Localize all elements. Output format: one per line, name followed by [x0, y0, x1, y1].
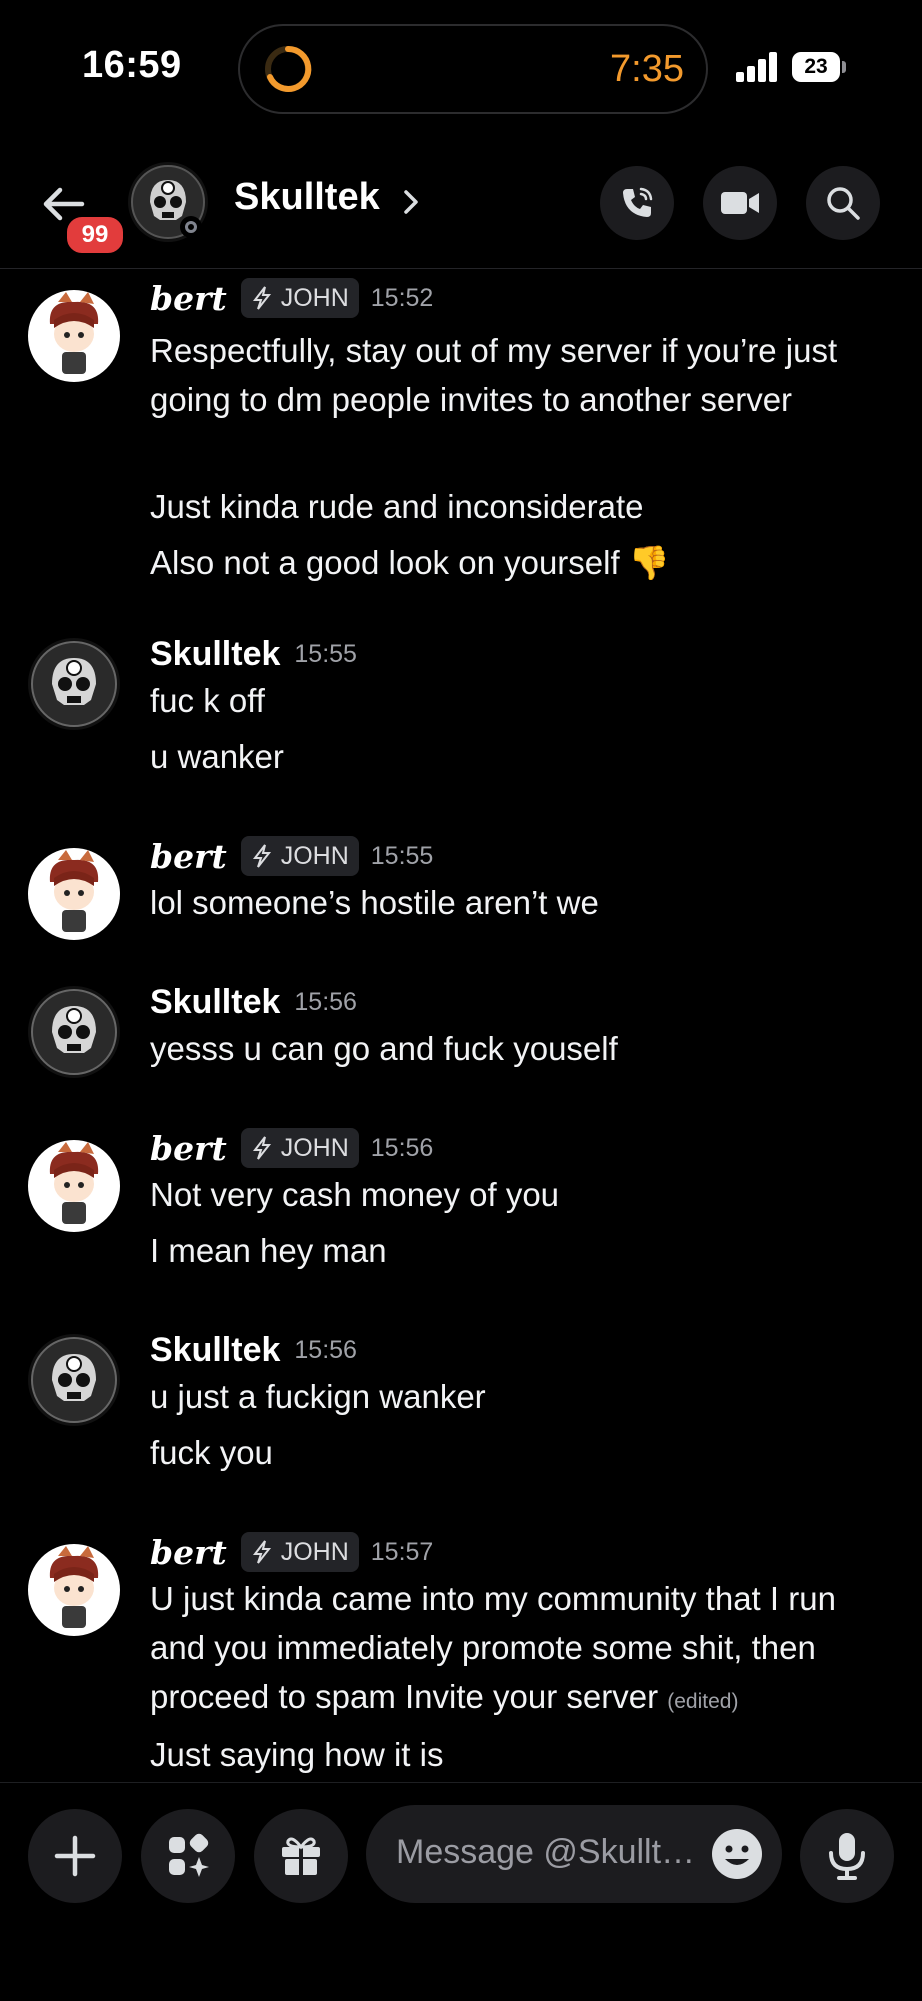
- message-text: Just saying how it is: [150, 1736, 444, 1773]
- timestamp: 15:56: [294, 987, 357, 1016]
- guild-tag[interactable]: JOHN: [240, 836, 359, 876]
- dynamic-island[interactable]: 7:35: [238, 24, 708, 114]
- guild-tag[interactable]: JOHN: [240, 1532, 359, 1572]
- message-composer: Message @Skullt…: [0, 1782, 922, 2001]
- cat-character-avatar-icon: [28, 1140, 120, 1232]
- message-header: Skulltek 15:56: [150, 1328, 357, 1372]
- battery-tip: [842, 61, 846, 73]
- message-text: U just kinda came into my community that…: [150, 1574, 890, 1726]
- timestamp: 15:56: [370, 1133, 434, 1162]
- voice-call-button[interactable]: [600, 166, 674, 240]
- microphone-icon: [829, 1833, 865, 1880]
- add-attachment-button[interactable]: [28, 1809, 122, 1903]
- guild-tag[interactable]: JOHN: [240, 278, 359, 318]
- guild-tag-label: JOHN: [280, 1537, 349, 1566]
- message-list[interactable]: bert JOHN 15:52 Respectfully, stay out o…: [0, 270, 922, 1780]
- message-text: Also not a good look on yourself 👎: [150, 544, 670, 581]
- author-name[interactable]: bert: [150, 1533, 227, 1572]
- timestamp: 15:52: [370, 283, 434, 312]
- avatar[interactable]: [28, 290, 120, 382]
- apps-icon: [169, 1833, 209, 1877]
- message-text: I mean hey man: [150, 1232, 387, 1269]
- gift-button[interactable]: [254, 1809, 348, 1903]
- guild-tag-label: JOHN: [280, 283, 349, 312]
- guild-tag-label: JOHN: [280, 841, 349, 870]
- timestamp: 15:57: [370, 1537, 434, 1566]
- plus-icon: [54, 1835, 96, 1877]
- author-name[interactable]: Skulltek: [150, 983, 280, 1022]
- message-input-placeholder: Message @Skullt…: [396, 1833, 696, 1871]
- timestamp: 15:55: [370, 841, 434, 870]
- cat-character-avatar-icon: [28, 848, 120, 940]
- message-input[interactable]: Message @Skullt…: [366, 1805, 782, 1903]
- author-name[interactable]: bert: [150, 279, 227, 318]
- message-text: fuck you: [150, 1434, 273, 1471]
- phone-icon: [623, 187, 653, 217]
- guild-tag[interactable]: JOHN: [240, 1128, 359, 1168]
- message-header: bert JOHN 15:57: [150, 1530, 433, 1574]
- lightning-icon: [252, 1540, 271, 1564]
- channel-name[interactable]: Skulltek: [234, 176, 380, 219]
- avatar[interactable]: [28, 848, 120, 940]
- author-name[interactable]: Skulltek: [150, 635, 280, 674]
- battery-level: 23: [792, 52, 840, 82]
- voice-message-button[interactable]: [800, 1809, 894, 1903]
- message-text: Just kinda rude and inconsiderate: [150, 488, 644, 525]
- author-name[interactable]: Skulltek: [150, 1331, 280, 1370]
- author-name[interactable]: bert: [150, 1129, 227, 1168]
- message-header: Skulltek 15:56: [150, 980, 357, 1024]
- message-text: Not very cash money of you: [150, 1176, 560, 1213]
- status-bar: 16:59 7:35 23: [0, 0, 922, 130]
- message-header: Skulltek 15:55: [150, 632, 357, 676]
- skull-avatar-icon: [28, 986, 120, 1078]
- activity-timer: 7:35: [610, 48, 684, 90]
- avatar[interactable]: [28, 1140, 120, 1232]
- message-header: bert JOHN 15:52: [150, 276, 433, 320]
- cellular-signal-icon: [736, 52, 780, 82]
- offline-status-indicator: [180, 216, 202, 238]
- message-text: Respectfully, stay out of my server if y…: [150, 332, 838, 418]
- lightning-icon: [252, 286, 271, 310]
- search-icon: [827, 187, 860, 220]
- chat-header: 99 Skulltek: [0, 150, 922, 269]
- avatar[interactable]: [28, 986, 120, 1078]
- timestamp: 15:55: [294, 639, 357, 668]
- avatar[interactable]: [28, 638, 120, 730]
- skull-avatar-icon: [28, 1334, 120, 1426]
- search-button[interactable]: [806, 166, 880, 240]
- author-name[interactable]: bert: [150, 837, 227, 876]
- video-camera-icon: [721, 192, 759, 214]
- message-text: yesss u can go and fuck youself: [150, 1030, 618, 1067]
- avatar[interactable]: [28, 1334, 120, 1426]
- unread-badge: 99: [64, 214, 126, 256]
- apps-button[interactable]: [141, 1809, 235, 1903]
- guild-tag-label: JOHN: [280, 1133, 349, 1162]
- lightning-icon: [252, 1136, 271, 1160]
- skull-avatar-icon: [28, 638, 120, 730]
- message-header: bert JOHN 15:56: [150, 1126, 433, 1170]
- timer-ring-icon: [265, 45, 312, 92]
- cat-character-avatar-icon: [28, 290, 120, 382]
- message-text: u just a fuckign wanker: [150, 1378, 486, 1415]
- emoji-icon[interactable]: [710, 1827, 764, 1881]
- chevron-right-icon[interactable]: [400, 180, 424, 224]
- message-text: fuc k off: [150, 682, 265, 719]
- video-call-button[interactable]: [703, 166, 777, 240]
- timestamp: 15:56: [294, 1335, 357, 1364]
- avatar[interactable]: [28, 1544, 120, 1636]
- cat-character-avatar-icon: [28, 1544, 120, 1636]
- message-header: bert JOHN 15:55: [150, 834, 433, 878]
- message-text: u wanker: [150, 738, 284, 775]
- gift-icon: [282, 1837, 320, 1875]
- status-time: 16:59: [82, 44, 182, 86]
- lightning-icon: [252, 844, 271, 868]
- message-text: lol someone’s hostile aren’t we: [150, 884, 599, 921]
- edited-label: (edited): [667, 1690, 739, 1713]
